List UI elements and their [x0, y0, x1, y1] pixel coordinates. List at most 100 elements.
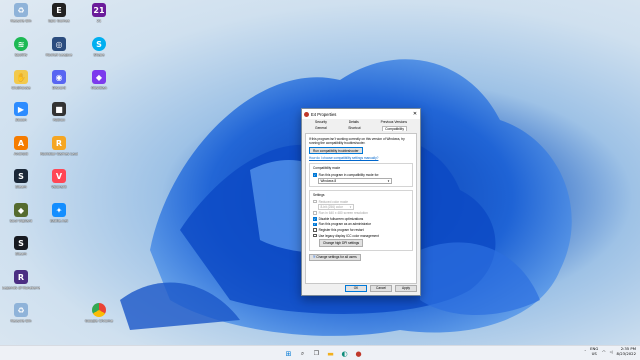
- desktop-icon[interactable]: 21 21: [80, 3, 118, 33]
- steam-icon: S: [14, 169, 28, 183]
- troubleshooter-button[interactable]: Run compatibility troubleshooter: [309, 147, 363, 155]
- check-icon: ✓: [313, 172, 317, 177]
- tab-previous-versions[interactable]: Previous Versions: [381, 120, 407, 124]
- desktop-icon[interactable]: ♻ Recycle Bin: [2, 303, 40, 333]
- taskbar-apps: ⊞ ⌕ ❐ ▬ ◐ ●: [283, 348, 364, 359]
- app-running-icon[interactable]: ●: [353, 348, 364, 359]
- register-restart-label: Register this program for restart: [318, 227, 364, 232]
- run-admin-label: Run this program as an administrator: [318, 222, 372, 227]
- skype-icon: S: [92, 37, 106, 51]
- compatibility-panel: If this program isn't working correctly …: [305, 133, 417, 284]
- spotify-icon: ≋: [14, 37, 28, 51]
- settings-title: Settings: [313, 192, 325, 197]
- legacy-icc-checkbox[interactable]: Use legacy display ICC color management: [313, 233, 409, 239]
- file-explorer-icon[interactable]: ▬: [325, 348, 336, 359]
- compat-mode-value: Windows 8: [320, 178, 337, 183]
- battlenet-icon: ✦: [52, 203, 66, 217]
- recycle-bin-icon: ♻: [14, 303, 28, 317]
- reduced-color-checkbox[interactable]: Reduced color mode: [313, 199, 409, 205]
- check-icon: ✓: [313, 222, 317, 227]
- game-icon: R: [14, 270, 28, 284]
- intro-text: If this program isn't working correctly …: [309, 137, 405, 145]
- desktop-icon[interactable]: ◉ Discord: [40, 70, 78, 100]
- checkbox-icon: [313, 228, 317, 232]
- ok-button[interactable]: OK: [345, 284, 367, 292]
- steam-icon: S: [14, 236, 28, 250]
- compat-mode-select[interactable]: Windows 8 ▾: [318, 177, 392, 184]
- desktop-icon[interactable]: R Legends of Runeterra: [2, 270, 40, 300]
- tab-general[interactable]: General: [315, 126, 327, 130]
- desktop-icon[interactable]: S Steam: [2, 236, 40, 266]
- properties-dialog: E4 Properties ✕ Security Details Previou…: [301, 108, 421, 296]
- zoom-icon: ▶: [14, 102, 28, 116]
- desktop-icon[interactable]: ≋ Spotify: [2, 37, 40, 67]
- app-icon: [304, 111, 309, 117]
- language-indicator[interactable]: ENG US: [590, 346, 598, 356]
- tab-security[interactable]: Security: [315, 120, 327, 124]
- edge-icon[interactable]: ◐: [339, 348, 350, 359]
- desktop-icon[interactable]: ◎ Rocket League: [40, 37, 78, 67]
- cancel-button[interactable]: Cancel: [370, 284, 392, 292]
- desktop-icon[interactable]: S Skype: [80, 37, 118, 67]
- all-users-label: Change settings for all users: [316, 255, 357, 260]
- legacy-icc-label: Use legacy display ICC color management: [318, 233, 379, 238]
- desktop-icon[interactable]: S Steam: [2, 169, 40, 199]
- desktop-icon[interactable]: E Epic Games: [40, 3, 78, 33]
- taskbar: ⊞ ⌕ ❐ ▬ ◐ ● ˄ ENG US ◠ ◁ 2:35 PM 8/23/20…: [0, 345, 640, 360]
- dialog-footer: OK Cancel Apply: [345, 284, 417, 292]
- tab-strip: Security Details Previous Versions Gener…: [302, 119, 420, 133]
- chevron-down-icon: ▾: [387, 178, 390, 183]
- settings-group: Settings Reduced color mode 8-bit (256) …: [309, 189, 413, 251]
- chrome-icon: [92, 303, 106, 317]
- compat-mode-label: Run this program in compatibility mode f…: [318, 172, 380, 177]
- desktop-icon[interactable]: ✋ Clubhouse: [2, 70, 40, 100]
- desktop-icon[interactable]: ▶ Zooon: [2, 102, 40, 132]
- apply-button[interactable]: Apply: [395, 284, 417, 292]
- desktop-icon[interactable]: A Android: [2, 136, 40, 166]
- start-icon[interactable]: ⊞: [283, 348, 294, 359]
- lang-line2: US: [591, 350, 597, 356]
- compat-mode-group: Compatibility mode ✓ Run this program in…: [309, 163, 413, 187]
- volume-icon[interactable]: ◁: [610, 349, 613, 354]
- dialog-titlebar[interactable]: E4 Properties ✕: [302, 109, 420, 119]
- search-icon[interactable]: ⌕: [297, 348, 308, 359]
- tab-compatibility[interactable]: Compatibility: [382, 125, 407, 131]
- desktop-icon[interactable]: V Valorant: [40, 169, 78, 199]
- chevron-down-icon: ▾: [349, 205, 352, 210]
- run-640-label: Run in 640 x 480 screen resolution: [318, 211, 368, 216]
- chevron-up-icon[interactable]: ˄: [584, 349, 586, 354]
- rockstar-icon: R: [52, 136, 66, 150]
- dialog-title: E4 Properties: [311, 111, 337, 117]
- clubhouse-icon: ✋: [14, 70, 28, 84]
- game-icon: ◆: [14, 203, 28, 217]
- compat-mode-checkbox[interactable]: ✓ Run this program in compatibility mode…: [313, 172, 409, 178]
- desktop-icon[interactable]: ■ Roblox: [40, 102, 78, 132]
- desktop-icon[interactable]: ♻ Recycle Bin: [2, 3, 40, 33]
- change-all-users-button[interactable]: ⛨ Change settings for all users: [309, 253, 361, 261]
- desktop-icon[interactable]: Google Chrome: [80, 303, 118, 333]
- manual-settings-link[interactable]: How do I choose compatibility settings m…: [309, 156, 413, 160]
- close-icon[interactable]: ✕: [412, 111, 418, 117]
- reduced-color-label: Reduced color mode: [318, 199, 349, 204]
- desktop-icon[interactable]: ◆ Soul Vigilant: [2, 203, 40, 233]
- desktop-icon[interactable]: ✦ Battle.net: [40, 203, 78, 233]
- desktop-icon[interactable]: ◆ Obsidian: [80, 70, 118, 100]
- change-dpi-button[interactable]: Change high DPI settings: [319, 239, 364, 247]
- desktop-icon[interactable]: R Rockstar Games Launcher: [40, 136, 78, 166]
- checkbox-icon: [313, 233, 317, 238]
- android-icon: A: [14, 136, 28, 150]
- valorant-icon: V: [52, 169, 66, 183]
- game-icon: 21: [92, 3, 106, 17]
- clock[interactable]: 2:35 PM 8/23/2022: [616, 346, 636, 356]
- tab-details[interactable]: Details: [349, 120, 359, 124]
- wifi-icon[interactable]: ◠: [602, 349, 605, 354]
- task-view-icon[interactable]: ❐: [311, 348, 322, 359]
- obsidian-icon: ◆: [92, 70, 106, 84]
- disable-fullscreen-label: Disable fullscreen optimizations: [318, 216, 364, 221]
- game-icon: ◎: [52, 37, 66, 51]
- tab-shortcut[interactable]: Shortcut: [348, 126, 360, 130]
- clock-date: 8/23/2022: [616, 350, 636, 356]
- checkbox-icon: [313, 211, 317, 215]
- roblox-icon: ■: [52, 102, 66, 116]
- discord-icon: ◉: [52, 70, 66, 84]
